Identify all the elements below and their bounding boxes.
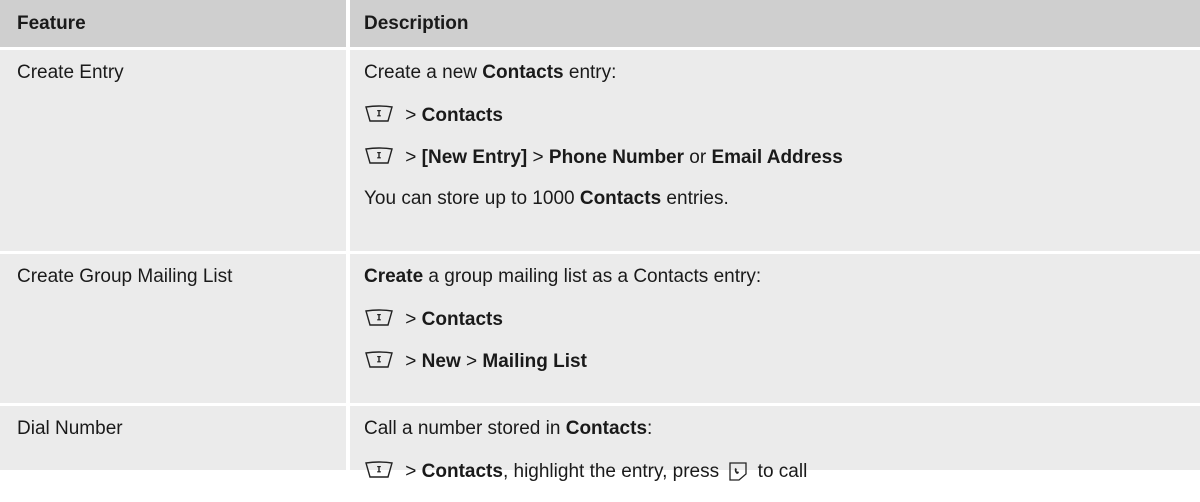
menu-key-icon [364, 350, 394, 370]
text-segment: or [684, 147, 712, 168]
bold-term: Contacts [421, 309, 503, 330]
bold-term: Contacts [565, 418, 648, 439]
bold-term: Contacts [421, 461, 503, 482]
text-segment: a group mailing list as a Contacts entry… [423, 266, 762, 287]
header-feature: Feature [0, 0, 346, 47]
text-segment: > [400, 461, 422, 482]
bold-term: [New Entry] [421, 147, 528, 168]
menu-key-icon [364, 146, 394, 166]
bold-term: New [421, 351, 461, 372]
bold-term: Mailing List [482, 351, 587, 372]
send-key-icon [728, 460, 748, 482]
menu-key-icon [364, 104, 394, 124]
description-line: Create a new Contacts entry: [364, 62, 1200, 104]
bold-term: Create [364, 266, 424, 287]
text-segment: entry: [563, 62, 617, 83]
text-segment: > [400, 147, 422, 168]
text-segment: > [460, 351, 483, 372]
bold-term: Contacts [482, 62, 564, 83]
description-line: > Contacts [364, 308, 1200, 350]
feature-cell: Dial Number [0, 406, 346, 470]
description-line: Create a group mailing list as a Contact… [364, 266, 1200, 308]
feature-table: Feature Description Create Entry Create … [0, 0, 1200, 482]
text-segment: > [400, 105, 422, 126]
feature-cell: Create Group Mailing List [0, 254, 346, 403]
description-cell: Create a group mailing list as a Contact… [350, 254, 1200, 403]
text-segment: You can store up to 1000 [364, 188, 580, 209]
description-line: > New > Mailing List [364, 350, 1200, 392]
bold-term: Email Address [711, 147, 843, 168]
feature-cell: Create Entry [0, 50, 346, 251]
text-segment: > [527, 147, 549, 168]
description-line: > [New Entry] > Phone Number or Email Ad… [364, 146, 1200, 188]
bold-term: Contacts [579, 188, 662, 209]
text-segment: , highlight the entry, press [502, 461, 725, 482]
description-cell: Create a new Contacts entry: > Contacts … [350, 50, 1200, 251]
text-segment: : [647, 418, 653, 439]
menu-key-icon [364, 308, 394, 328]
text-segment: > [400, 351, 422, 372]
header-description: Description [350, 0, 1200, 47]
text-segment: entries. [661, 188, 729, 209]
text-segment: Call a number stored in [364, 418, 566, 439]
text-segment: to call [752, 461, 808, 482]
description-line: > Contacts [364, 104, 1200, 146]
description-line: Call a number stored in Contacts: [364, 418, 1200, 460]
bold-term: Contacts [421, 105, 503, 126]
description-line: You can store up to 1000 Contacts entrie… [364, 188, 1200, 230]
menu-key-icon [364, 460, 394, 480]
text-segment: Create a new [364, 62, 483, 83]
description-cell: Call a number stored in Contacts: > Cont… [350, 406, 1200, 482]
text-segment: > [400, 309, 422, 330]
description-line: > Contacts, highlight the entry, press t… [364, 460, 1200, 502]
bold-term: Phone Number [548, 147, 685, 168]
